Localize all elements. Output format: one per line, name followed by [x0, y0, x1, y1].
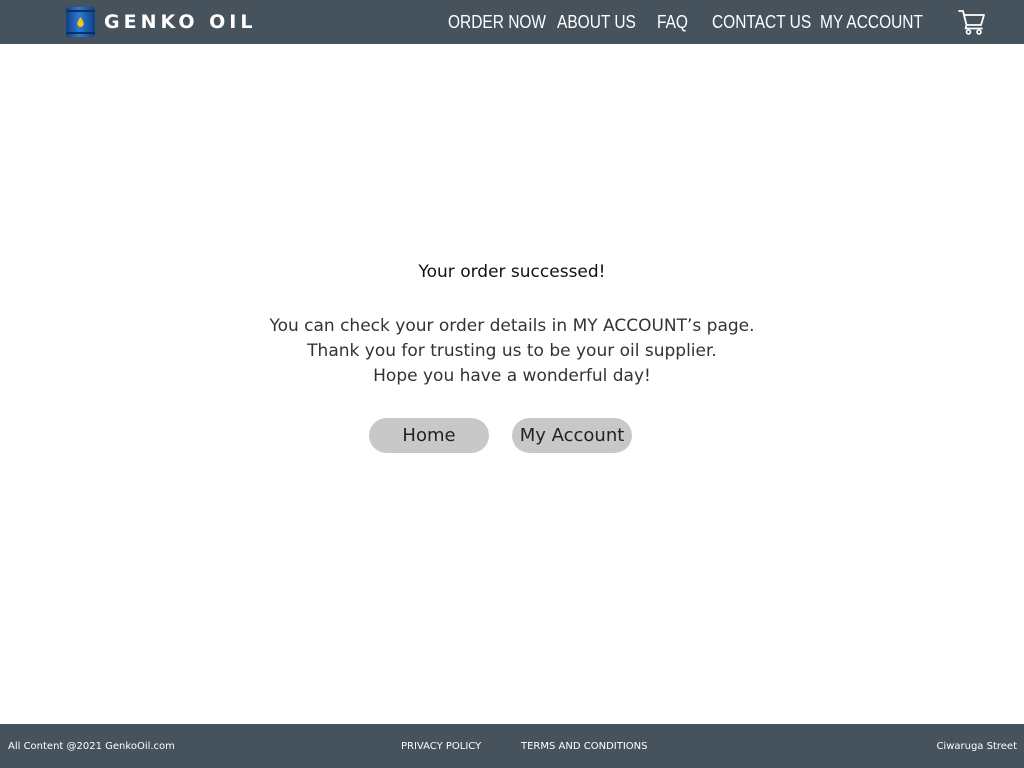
success-message: You can check your order details in MY A…: [0, 314, 1024, 389]
shopping-cart-icon[interactable]: [958, 9, 986, 35]
oil-barrel-icon: [66, 7, 95, 37]
nav-order-now[interactable]: ORDER NOW: [448, 11, 546, 33]
terms-link[interactable]: TERMS AND CONDITIONS: [521, 740, 647, 753]
message-line: Hope you have a wonderful day!: [373, 366, 651, 386]
success-title: Your order successed!: [418, 262, 606, 282]
nav-my-account[interactable]: MY ACCOUNT: [820, 11, 923, 33]
footer-copyright: All Content @2021 GenkoOil.com: [8, 741, 175, 752]
footer-address: Ciwaruga Street: [936, 741, 1017, 752]
nav-about-us[interactable]: ABOUT US: [557, 11, 636, 33]
privacy-policy-link[interactable]: PRIVACY POLICY: [401, 740, 481, 753]
nav-faq[interactable]: FAQ: [657, 11, 688, 33]
message-line: Thank you for trusting us to be your oil…: [307, 341, 717, 361]
home-button[interactable]: Home: [369, 418, 489, 453]
top-navbar: GENKO OIL ORDER NOW ABOUT US FAQ CONTACT…: [0, 0, 1024, 44]
nav-contact-us[interactable]: CONTACT US: [712, 11, 811, 33]
message-line: You can check your order details in MY A…: [269, 316, 755, 336]
brand-logo[interactable]: GENKO OIL: [65, 6, 256, 38]
my-account-button[interactable]: My Account: [512, 418, 632, 453]
brand-name: GENKO OIL: [104, 11, 257, 33]
footer: All Content @2021 GenkoOil.com PRIVACY P…: [0, 724, 1024, 768]
